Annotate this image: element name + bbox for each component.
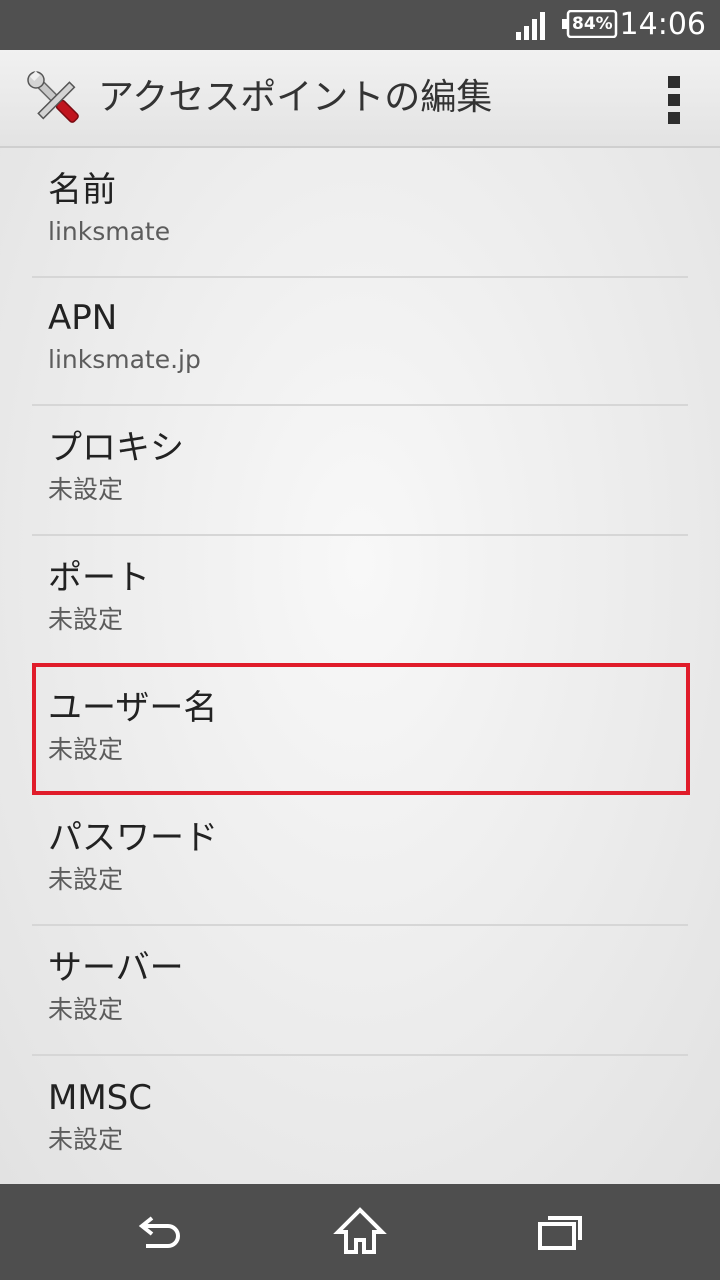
action-bar: アクセスポイントの編集 (0, 50, 720, 148)
setting-summary: 未設定 (48, 995, 124, 1024)
setting-username[interactable]: ユーザー名 未設定 (32, 666, 688, 796)
setting-title: ポート (48, 558, 150, 598)
setting-title: APN (48, 298, 118, 338)
setting-summary: 未設定 (48, 865, 124, 894)
signal-bars-icon (516, 12, 545, 40)
setting-summary: linksmate.jp (48, 345, 201, 374)
recent-apps-icon[interactable] (530, 1202, 590, 1262)
setting-mmsc[interactable]: MMSC 未設定 (32, 1056, 688, 1184)
back-icon[interactable] (130, 1202, 190, 1262)
setting-proxy[interactable]: プロキシ 未設定 (32, 406, 688, 536)
overflow-menu-icon[interactable] (660, 70, 690, 126)
status-clock: 14:06 (619, 7, 706, 42)
setting-title: ユーザー名 (48, 688, 218, 728)
setting-title: パスワード (48, 818, 218, 858)
home-icon[interactable] (330, 1202, 390, 1262)
page-title: アクセスポイントの編集 (98, 77, 493, 118)
setting-title: MMSC (48, 1078, 152, 1118)
setting-summary: 未設定 (48, 475, 124, 504)
setting-name[interactable]: 名前 linksmate (32, 148, 688, 278)
settings-list: 名前 linksmate APN linksmate.jp プロキシ 未設定 ポ… (0, 148, 720, 1184)
setting-title: プロキシ (48, 428, 184, 468)
setting-summary: linksmate (48, 217, 171, 246)
setting-apn[interactable]: APN linksmate.jp (32, 276, 688, 406)
navigation-bar (0, 1184, 720, 1280)
battery-percentage: 84% (572, 14, 613, 34)
setting-server[interactable]: サーバー 未設定 (32, 926, 688, 1056)
setting-title: 名前 (48, 170, 116, 210)
status-bar: 84% 14:06 (0, 0, 720, 50)
setting-summary: 未設定 (48, 735, 124, 764)
setting-port[interactable]: ポート 未設定 (32, 536, 688, 666)
tools-icon (27, 71, 79, 123)
setting-summary: 未設定 (48, 1125, 124, 1154)
setting-title: サーバー (48, 948, 184, 988)
setting-password[interactable]: パスワード 未設定 (32, 796, 688, 926)
setting-summary: 未設定 (48, 605, 124, 634)
